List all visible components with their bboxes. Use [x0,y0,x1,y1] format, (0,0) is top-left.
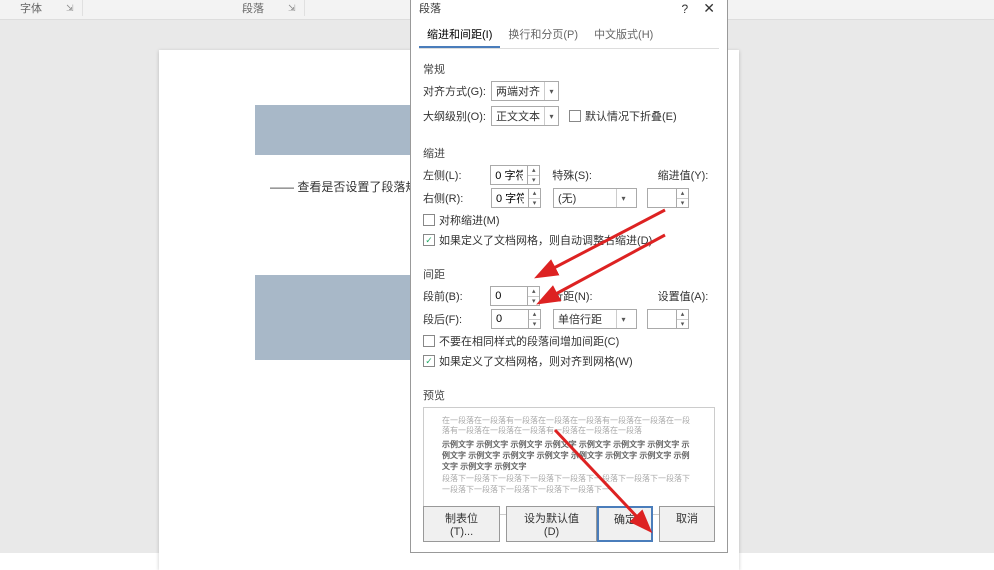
label-space-after: 段后(F): [423,311,491,327]
chevron-down-icon: ▾ [616,189,630,207]
section-heading-preview: 预览 [423,387,715,403]
indent-value-spinner[interactable]: ▴▾ [647,188,689,208]
alignment-value: 两端对齐 [492,83,544,99]
down-icon[interactable]: ▾ [528,297,539,306]
down-icon[interactable]: ▾ [528,176,539,185]
dialog-button-row: 制表位(T)... 设为默认值(D) 确定 取消 [411,498,727,550]
snap-grid-checkbox[interactable]: ✓ [423,355,435,367]
no-space-checkbox[interactable] [423,335,435,347]
chevron-down-icon: ▾ [544,82,558,100]
right-indent-input[interactable] [491,188,529,208]
line-spacing-combo[interactable]: 单倍行距 ▾ [553,309,637,329]
section-general: 常规 对齐方式(G): 两端对齐 ▾ 大纲级别(O): 正文文本 ▾ 默认情况下… [411,49,727,133]
section-heading-spacing: 间距 [423,266,715,282]
indent-value-input[interactable] [647,188,677,208]
ribbon-group-font: 字体 ⇲ [12,0,83,16]
close-icon[interactable]: ✕ [699,0,719,16]
special-value: (无) [554,190,616,206]
outline-value: 正文文本 [492,108,544,124]
preview-line: 在一段落在一段落有一段落在一段落在一段落有一段落在一段落在一段落有一段落在一段落… [442,416,696,437]
chevron-down-icon: ▾ [616,310,630,328]
space-before-input[interactable] [490,286,528,306]
auto-indent-checkbox[interactable]: ✓ [423,234,435,246]
label-indent-value: 缩进值(Y): [658,167,715,183]
space-after-spinner[interactable]: ▴▾ [491,309,541,329]
mirror-indent-checkbox[interactable] [423,214,435,226]
label-set-value: 设置值(A): [658,288,715,304]
right-indent-spinner[interactable]: ▴▾ [491,188,541,208]
up-icon[interactable]: ▴ [528,287,539,297]
label-left-indent: 左侧(L): [423,167,490,183]
down-icon[interactable]: ▾ [529,199,540,208]
selection-block [255,275,410,360]
dialog-titlebar: 段落 ? ✕ [411,0,727,16]
label-alignment: 对齐方式(G): [423,83,491,99]
cancel-button[interactable]: 取消 [659,506,715,542]
up-icon[interactable]: ▴ [677,310,688,320]
up-icon[interactable]: ▴ [528,166,539,176]
tab-chinese-typography[interactable]: 中文版式(H) [586,22,661,48]
label-mirror: 对称缩进(M) [439,212,500,228]
label-special: 特殊(S): [552,167,609,183]
tab-line-page-breaks[interactable]: 换行和分页(P) [500,22,586,48]
set-value-input[interactable] [647,309,677,329]
space-after-input[interactable] [491,309,529,329]
down-icon[interactable]: ▾ [677,320,688,329]
label-collapse: 默认情况下折叠(E) [585,108,677,124]
help-icon[interactable]: ? [682,2,689,16]
ribbon-expand-icon[interactable]: ⇲ [288,3,296,14]
alignment-combo[interactable]: 两端对齐 ▾ [491,81,559,101]
doc-text-line: —— 查看是否设置了段落规格 [270,178,429,195]
ribbon-label-paragraph: 段落 [242,0,264,16]
dialog-title: 段落 [419,0,441,16]
collapse-checkbox[interactable] [569,110,581,122]
label-auto-indent: 如果定义了文档网格，则自动调整右缩进(D) [439,232,652,248]
paragraph-dialog: 段落 ? ✕ 缩进和间距(I) 换行和分页(P) 中文版式(H) 常规 对齐方式… [410,0,728,553]
label-outline: 大纲级别(O): [423,108,491,124]
set-value-spinner[interactable]: ▴▾ [647,309,689,329]
section-heading-indent: 缩进 [423,145,715,161]
section-indent: 缩进 左侧(L): ▴▾ 特殊(S): 缩进值(Y): 右侧(R): ▴▾ (无… [411,133,727,254]
label-no-space: 不要在相同样式的段落间增加间距(C) [439,333,619,349]
ribbon-label-font: 字体 [20,0,42,16]
dialog-tabs: 缩进和间距(I) 换行和分页(P) 中文版式(H) [419,22,719,49]
down-icon[interactable]: ▾ [529,320,540,329]
preview-line: 段落下一段落下一段落下一段落下一段落下一段落下一段落下一段落下一段落下一段落下一… [442,474,696,495]
line-spacing-value: 单倍行距 [554,311,616,327]
selection-block [255,105,410,155]
label-right-indent: 右侧(R): [423,190,491,206]
ribbon-group-paragraph: 段落 ⇲ [234,0,305,16]
label-space-before: 段前(B): [423,288,490,304]
ribbon-expand-icon[interactable]: ⇲ [66,3,74,14]
left-indent-spinner[interactable]: ▴▾ [490,165,540,185]
up-icon[interactable]: ▴ [529,310,540,320]
chevron-down-icon: ▾ [544,107,558,125]
left-indent-input[interactable] [490,165,528,185]
tab-stops-button[interactable]: 制表位(T)... [423,506,500,542]
up-icon[interactable]: ▴ [529,189,540,199]
section-spacing: 间距 段前(B): ▴▾ 行距(N): 设置值(A): 段后(F): ▴▾ 单倍… [411,254,727,375]
section-heading-general: 常规 [423,61,715,77]
label-snap-grid: 如果定义了文档网格，则对齐到网格(W) [439,353,633,369]
set-default-button[interactable]: 设为默认值(D) [506,506,597,542]
label-line-spacing: 行距(N): [552,288,609,304]
space-before-spinner[interactable]: ▴▾ [490,286,540,306]
section-preview: 预览 [411,375,727,403]
up-icon[interactable]: ▴ [677,189,688,199]
outline-combo[interactable]: 正文文本 ▾ [491,106,559,126]
special-indent-combo[interactable]: (无) ▾ [553,188,637,208]
preview-sample-text: 示例文字 示例文字 示例文字 示例文字 示例文字 示例文字 示例文字 示例文字 … [442,439,696,473]
tab-indent-spacing[interactable]: 缩进和间距(I) [419,22,500,48]
down-icon[interactable]: ▾ [677,199,688,208]
ok-button[interactable]: 确定 [597,506,653,542]
